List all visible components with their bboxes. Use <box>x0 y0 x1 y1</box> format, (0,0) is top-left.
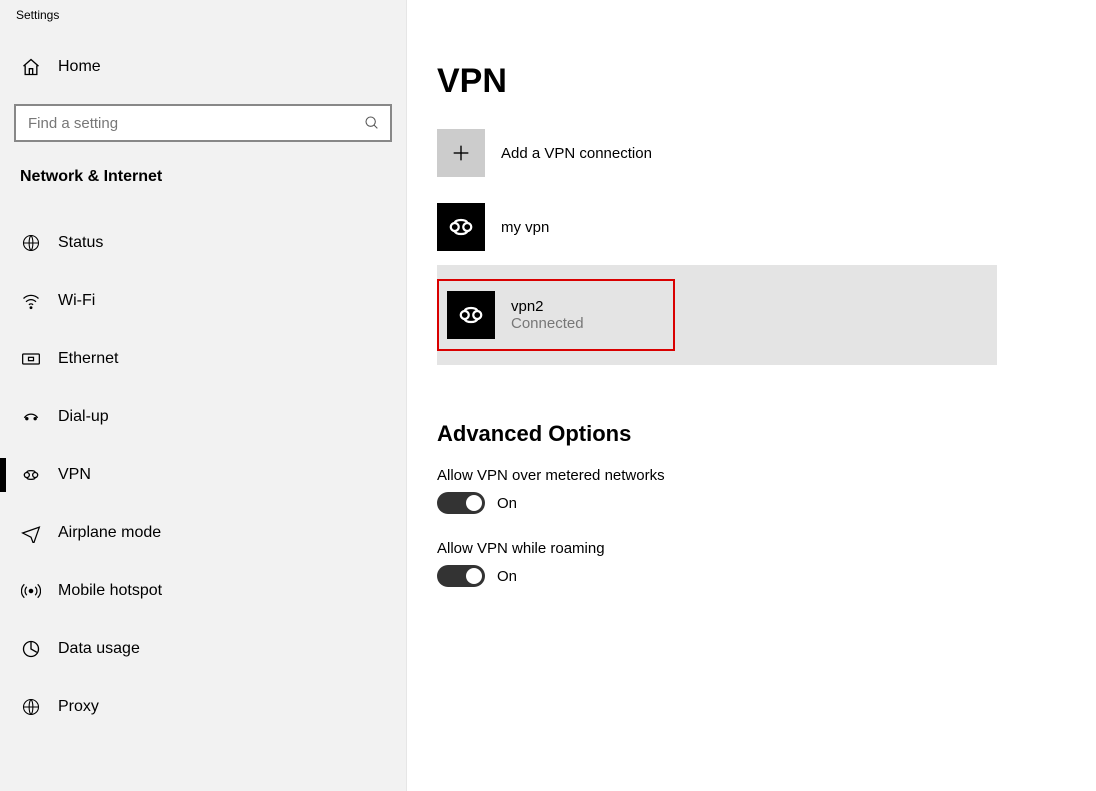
sidebar-item-hotspot[interactable]: Mobile hotspot <box>14 562 392 620</box>
airplane-icon <box>20 522 42 544</box>
vpn-connection-icon <box>447 291 495 339</box>
option-metered-label: Allow VPN over metered networks <box>437 467 1096 484</box>
nav-label: Mobile hotspot <box>58 582 162 600</box>
advanced-options-title: Advanced Options <box>437 421 1096 447</box>
toggle-metered[interactable] <box>437 492 485 514</box>
nav-label: Ethernet <box>58 350 118 368</box>
vpn-entry-vpn2[interactable]: vpn2 Connected <box>437 265 997 365</box>
dialup-icon <box>20 406 42 428</box>
nav-label: Proxy <box>58 698 99 716</box>
nav-label: Data usage <box>58 640 140 658</box>
sidebar-item-ethernet[interactable]: Ethernet <box>14 330 392 388</box>
proxy-icon <box>20 696 42 718</box>
toggle-roaming[interactable] <box>437 565 485 587</box>
search-input-container[interactable] <box>14 104 392 142</box>
vpn-connection-icon <box>437 203 485 251</box>
add-vpn-label: Add a VPN connection <box>501 145 652 162</box>
search-icon <box>364 115 380 131</box>
nav-label: Status <box>58 234 103 252</box>
add-vpn-button[interactable]: Add a VPN connection <box>437 129 1096 177</box>
toggle-metered-state: On <box>497 495 517 512</box>
vpn-name: my vpn <box>501 219 549 236</box>
home-button[interactable]: Home <box>14 48 392 86</box>
page-title: VPN <box>437 62 1096 101</box>
main-content: VPN Add a VPN connection my vpn <box>407 0 1096 791</box>
wifi-icon <box>20 290 42 312</box>
section-title: Network & Internet <box>14 142 392 200</box>
highlight-box: vpn2 Connected <box>437 279 675 351</box>
nav-label: VPN <box>58 466 91 484</box>
option-metered-row: On <box>437 492 1096 514</box>
sidebar-item-proxy[interactable]: Proxy <box>14 678 392 736</box>
sidebar-inner: Home Network & Internet Status <box>0 32 406 736</box>
sidebar: Settings Home Network & Internet <box>0 0 407 791</box>
vpn-icon <box>20 464 42 486</box>
hotspot-icon <box>20 580 42 602</box>
sidebar-item-airplane[interactable]: Airplane mode <box>14 504 392 562</box>
search-input[interactable] <box>26 114 364 133</box>
option-roaming-row: On <box>437 565 1096 587</box>
nav-list: Status Wi-Fi Ethernet <box>14 214 392 736</box>
toggle-roaming-state: On <box>497 568 517 585</box>
option-roaming-label: Allow VPN while roaming <box>437 540 1096 557</box>
sidebar-item-wifi[interactable]: Wi-Fi <box>14 272 392 330</box>
sidebar-item-vpn[interactable]: VPN <box>14 446 392 504</box>
vpn-status: Connected <box>511 315 584 332</box>
ethernet-icon <box>20 348 42 370</box>
plus-icon <box>437 129 485 177</box>
home-label: Home <box>58 58 101 76</box>
sidebar-item-status[interactable]: Status <box>14 214 392 272</box>
nav-label: Dial-up <box>58 408 109 426</box>
status-icon <box>20 232 42 254</box>
vpn-entry-myvpn[interactable]: my vpn <box>437 203 997 251</box>
data-usage-icon <box>20 638 42 660</box>
window-title: Settings <box>0 0 406 32</box>
home-icon <box>20 56 42 78</box>
sidebar-item-datausage[interactable]: Data usage <box>14 620 392 678</box>
nav-label: Wi-Fi <box>58 292 95 310</box>
vpn-name: vpn2 <box>511 298 584 315</box>
nav-label: Airplane mode <box>58 524 161 542</box>
sidebar-item-dialup[interactable]: Dial-up <box>14 388 392 446</box>
